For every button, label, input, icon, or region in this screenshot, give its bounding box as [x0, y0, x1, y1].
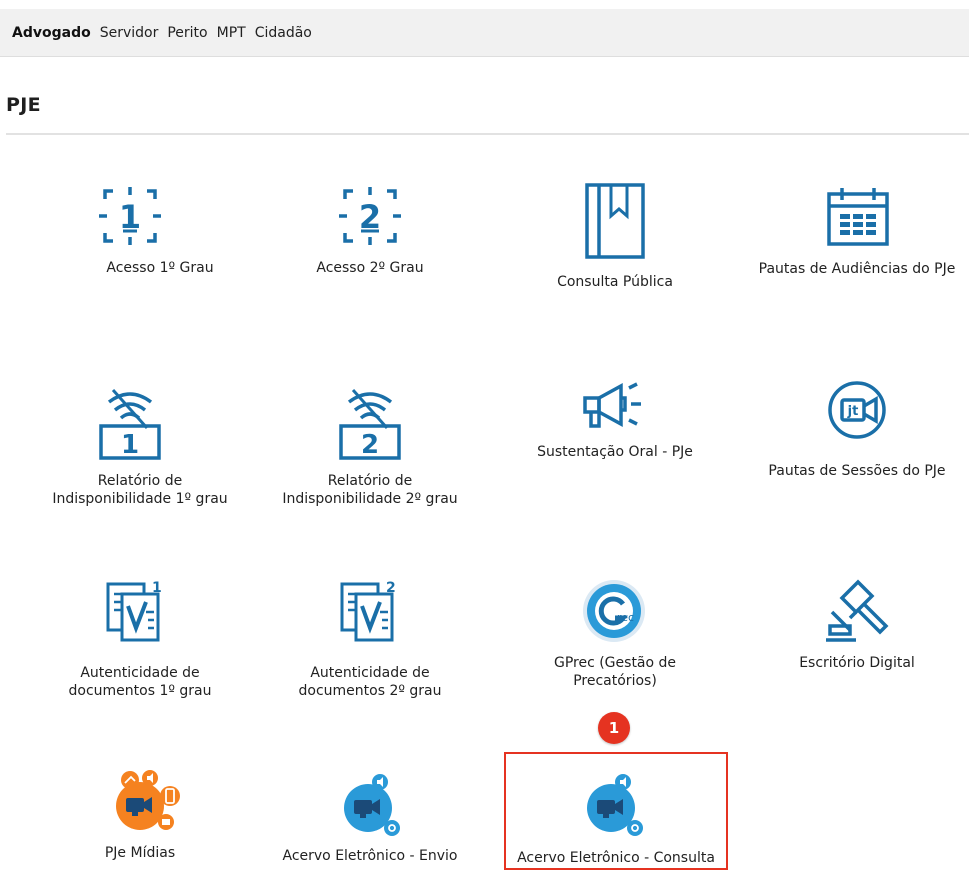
svg-text:1: 1 [121, 430, 139, 460]
tab-servidor[interactable]: Servidor [100, 25, 159, 41]
tile-label: Escritório Digital [799, 655, 915, 671]
section-title: PJE [6, 94, 41, 116]
grade-2-icon: 2 [337, 185, 403, 247]
tile-gprec[interactable]: rec GPrec (Gestão de Precatórios) [515, 578, 715, 698]
svg-text:2: 2 [386, 580, 396, 596]
tile-relatorio-indisponibilidade-2[interactable]: 2 Relatório de Indisponibilidade 2º grau [260, 380, 480, 507]
tile-label: Sustentação Oral - PJe [537, 444, 693, 460]
tile-label: Pautas de Audiências do PJe [758, 261, 956, 277]
tile-label-line2: Indisponibilidade 2º grau [282, 491, 458, 507]
tile-label: Acervo Eletrônico - Envio [282, 848, 458, 864]
video-session-icon: jt [822, 380, 892, 442]
tile-pautas-sessoes[interactable]: jt Pautas de Sessões do PJe [742, 380, 969, 480]
tile-label: Pautas de Sessões do PJe [768, 463, 946, 479]
tile-acesso-1-grau[interactable]: 1 Acesso 1º Grau [60, 180, 260, 280]
document-check-2-icon: 2 [340, 578, 396, 644]
tile-label-line1: Relatório de [97, 473, 183, 489]
tile-label-line2: documentos 1º grau [68, 683, 212, 699]
document-check-1-icon: 1 [106, 578, 162, 644]
tile-label-line2: Precatórios) [573, 673, 657, 689]
no-signal-2-icon: 2 [335, 384, 405, 460]
gavel-icon [822, 578, 892, 644]
tile-consulta-publica[interactable]: Consulta Pública [515, 180, 715, 290]
tile-label-line1: Relatório de [327, 473, 413, 489]
gprec-logo-icon: rec [581, 578, 647, 644]
section-divider [6, 133, 969, 135]
tile-autenticidade-2[interactable]: 2 Autenticidade de documentos 2º grau [260, 578, 480, 699]
tile-acervo-envio[interactable]: Acervo Eletrônico - Envio [260, 770, 480, 870]
tile-sustentacao-oral[interactable]: Sustentação Oral - PJe [515, 380, 715, 480]
tab-cidadao[interactable]: Cidadão [255, 25, 312, 41]
grade-1-icon: 1 [97, 185, 163, 247]
tile-label: Acesso 1º Grau [106, 260, 214, 276]
tab-advogado[interactable]: Advogado [12, 25, 91, 41]
book-icon [583, 182, 647, 260]
svg-text:jt: jt [847, 404, 859, 419]
tile-escritorio-digital[interactable]: Escritório Digital [742, 578, 969, 678]
highlight-box [504, 752, 728, 870]
svg-text:rec: rec [617, 611, 634, 624]
tile-autenticidade-1[interactable]: 1 Autenticidade de documentos 1º grau [30, 578, 250, 699]
tile-acesso-2-grau[interactable]: 2 Acesso 2º Grau [270, 180, 470, 280]
tile-pje-midias[interactable]: PJe Mídias [30, 770, 250, 870]
tile-label-line2: documentos 2º grau [298, 683, 442, 699]
svg-text:1: 1 [152, 580, 162, 596]
step-badge: 1 [598, 712, 630, 744]
tile-relatorio-indisponibilidade-1[interactable]: 1 Relatório de Indisponibilidade 1º grau [30, 380, 250, 507]
tile-label-line2: Indisponibilidade 1º grau [52, 491, 228, 507]
tile-label: Acesso 2º Grau [316, 260, 424, 276]
tile-pautas-audiencias[interactable]: Pautas de Audiências do PJe [742, 180, 969, 280]
user-type-tabs: Advogado Servidor Perito MPT Cidadão [0, 9, 969, 57]
media-orange-icon [110, 770, 184, 834]
tab-perito[interactable]: Perito [167, 25, 207, 41]
tab-mpt[interactable]: MPT [217, 25, 246, 41]
tile-label: PJe Mídias [104, 845, 176, 861]
tile-label: Consulta Pública [557, 274, 673, 290]
media-blue-icon [340, 774, 404, 838]
calendar-icon [826, 186, 890, 246]
no-signal-1-icon: 1 [95, 384, 165, 460]
svg-text:2: 2 [361, 430, 379, 460]
tile-label-line1: Autenticidade de [80, 665, 200, 681]
megaphone-icon [581, 382, 647, 432]
tile-label-line1: GPrec (Gestão de [553, 655, 677, 671]
tile-label-line1: Autenticidade de [310, 665, 430, 681]
